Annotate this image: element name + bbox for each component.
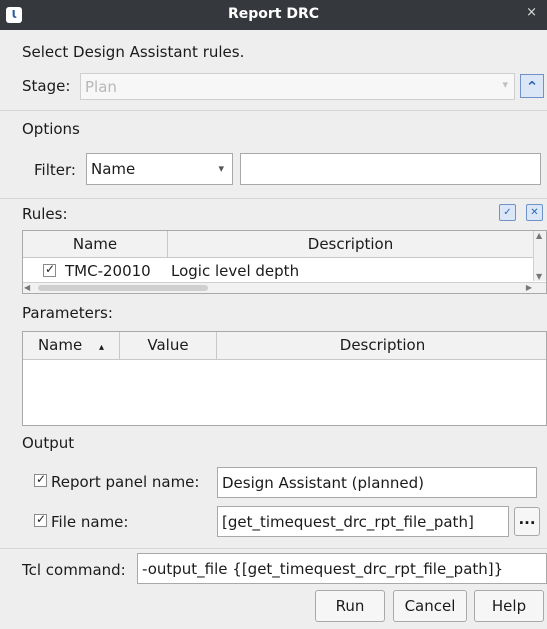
column-header-label: Name	[37, 336, 83, 354]
browse-button[interactable]: ...	[514, 507, 540, 536]
collapse-button[interactable]: ⌃	[520, 74, 544, 98]
filter-type-select[interactable]: Name ▾	[86, 153, 233, 185]
file-name-checkbox[interactable]: ✓	[34, 512, 47, 527]
rules-heading: Rules:	[22, 205, 68, 223]
parameters-table: Name ▴ Value Description	[22, 331, 547, 426]
help-button[interactable]: Help	[474, 590, 544, 622]
column-header-name[interactable]: Name	[23, 231, 168, 257]
filter-label: Filter:	[34, 161, 76, 179]
sort-ascending-icon: ▴	[99, 342, 105, 353]
scroll-left-icon[interactable]: ◀	[24, 283, 30, 292]
instructions-text: Select Design Assistant rules.	[22, 43, 245, 61]
chevron-down-icon: ▾	[218, 162, 224, 175]
stage-value: Plan	[85, 78, 117, 96]
report-panel-checkbox[interactable]: ✓	[34, 472, 47, 487]
table-row[interactable]: ✓ TMC-20010 Logic level depth	[23, 258, 534, 284]
horizontal-scrollbar[interactable]: ◀ ▶	[23, 282, 546, 293]
dialog-title: Report DRC	[227, 6, 320, 22]
close-icon[interactable]: ×	[526, 5, 537, 20]
tcl-command-input[interactable]	[137, 553, 547, 584]
scroll-down-icon[interactable]: ▼	[536, 272, 542, 281]
report-drc-dialog: Ɩ Report DRC × Select Design Assistant r…	[0, 0, 547, 629]
stage-select[interactable]: Plan ▾	[80, 73, 515, 100]
check-icon: ✓	[35, 472, 47, 486]
filter-input[interactable]	[240, 153, 541, 185]
check-icon: ✓	[35, 512, 47, 526]
rule-checkbox[interactable]: ✓	[43, 262, 56, 277]
title-bar: Ɩ Report DRC ×	[0, 0, 547, 30]
file-name-label: File name:	[51, 513, 129, 531]
vertical-scrollbar[interactable]: ▲ ▼	[533, 231, 546, 281]
report-panel-name-input[interactable]	[217, 467, 537, 498]
divider	[0, 110, 547, 111]
divider	[0, 548, 547, 549]
tcl-command-label: Tcl command:	[22, 561, 126, 579]
scroll-thumb[interactable]	[38, 285, 208, 291]
rule-name: TMC-20010	[65, 262, 151, 280]
file-name-input[interactable]	[217, 506, 509, 537]
divider	[0, 198, 547, 199]
cancel-button[interactable]: Cancel	[393, 590, 467, 622]
output-heading: Output	[22, 434, 75, 452]
stage-label: Stage:	[22, 77, 71, 95]
rules-table: Name Description ✓ TMC-20010 Logic level…	[22, 230, 547, 294]
parameters-table-header: Name ▴ Value Description	[23, 332, 546, 360]
column-header-value[interactable]: Value	[120, 332, 217, 359]
rule-description: Logic level depth	[171, 262, 300, 280]
chevron-down-icon: ▾	[502, 78, 508, 91]
column-header-description[interactable]: Description	[217, 332, 546, 359]
uncheck-all-icon[interactable]: ✕	[526, 204, 543, 221]
column-header-description[interactable]: Description	[168, 231, 534, 257]
scroll-right-icon[interactable]: ▶	[526, 283, 532, 292]
parameters-heading: Parameters:	[22, 304, 113, 322]
rules-table-header: Name Description	[23, 231, 546, 258]
filter-type-value: Name	[91, 160, 136, 178]
scroll-up-icon[interactable]: ▲	[536, 231, 542, 240]
check-all-icon[interactable]: ✓	[499, 204, 516, 221]
column-header-name[interactable]: Name ▴	[23, 332, 120, 359]
double-chevron-up-icon: ⌃	[525, 78, 539, 96]
check-icon: ✓	[44, 262, 56, 276]
options-heading: Options	[22, 120, 80, 138]
run-button[interactable]: Run	[315, 590, 385, 622]
report-panel-label: Report panel name:	[51, 473, 200, 491]
